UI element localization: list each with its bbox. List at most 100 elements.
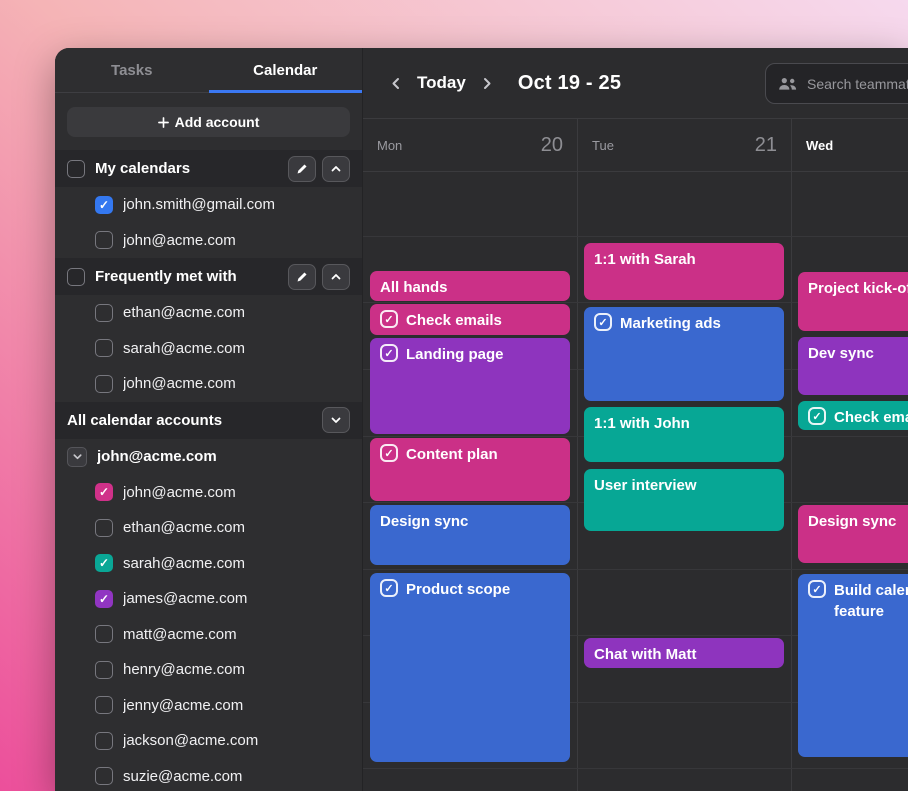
account-group-row[interactable]: john@acme.com — [55, 439, 362, 475]
search-box[interactable] — [765, 63, 908, 104]
calendar-section-header[interactable]: Frequently met with — [55, 258, 362, 295]
date-range-label: Oct 19 - 25 — [518, 72, 621, 95]
calendar-event[interactable]: ✓Check emails — [798, 401, 908, 430]
chevron-icon — [330, 163, 342, 175]
day-name: Mon — [377, 138, 402, 153]
event-label: Marketing ads — [620, 313, 721, 334]
section-label: All calendar accounts — [67, 412, 222, 429]
event-done-checkbox[interactable]: ✓ — [808, 580, 826, 598]
calendar-account-row[interactable]: john@acme.com — [55, 223, 362, 259]
event-label: Product scope — [406, 579, 510, 600]
account-label: john.smith@gmail.com — [123, 196, 275, 213]
calendar-account-row[interactable]: sarah@acme.com — [55, 331, 362, 367]
day-column-header: Mon 20 — [363, 119, 577, 171]
tab-calendar[interactable]: Calendar — [209, 48, 363, 92]
section-checkbox[interactable] — [67, 160, 85, 178]
collapse-button[interactable] — [322, 264, 350, 290]
calendar-account-row[interactable]: henry@acme.com — [55, 652, 362, 688]
event-done-checkbox[interactable]: ✓ — [594, 313, 612, 331]
day-headers: Mon 20 Tue 21 Wed — [363, 118, 908, 172]
calendar-event[interactable]: User interview — [584, 469, 784, 531]
account-checkbox[interactable]: ✓ — [95, 483, 113, 501]
calendar-account-row[interactable]: ethan@acme.com — [55, 510, 362, 546]
next-week-button[interactable] — [474, 70, 500, 96]
column-divider — [577, 172, 578, 791]
prev-week-button[interactable] — [383, 70, 409, 96]
calendar-account-row[interactable]: ✓ james@acme.com — [55, 581, 362, 617]
tab-label: Calendar — [253, 62, 317, 79]
calendar-grid: All hands ✓Check emails ✓Landing page ✓C… — [363, 172, 908, 791]
account-checkbox[interactable] — [95, 304, 113, 322]
collapse-button[interactable] — [322, 407, 350, 433]
app-window: Tasks Calendar Add account My calendars ✓… — [55, 48, 908, 791]
search-teammates-input[interactable] — [807, 76, 908, 92]
account-checkbox[interactable] — [95, 661, 113, 679]
event-label: User interview — [594, 475, 697, 496]
section-label: Frequently met with — [95, 268, 237, 285]
account-checkbox[interactable] — [95, 625, 113, 643]
account-label: john@acme.com — [123, 232, 236, 249]
teammates-icon — [778, 77, 798, 91]
disclosure-button[interactable] — [67, 447, 87, 467]
account-label: sarah@acme.com — [123, 555, 245, 572]
edit-button[interactable] — [288, 264, 316, 290]
day-date: 21 — [755, 134, 777, 157]
account-checkbox[interactable] — [95, 519, 113, 537]
day-column-header: Tue 21 — [577, 119, 791, 171]
event-label: Landing page — [406, 344, 504, 365]
calendar-event[interactable]: ✓ Product scope — [370, 573, 570, 762]
account-checkbox[interactable] — [95, 732, 113, 750]
calendar-event[interactable]: Dev sync — [798, 337, 908, 395]
calendar-event[interactable]: 1:1 with John — [584, 407, 784, 462]
edit-button[interactable] — [288, 156, 316, 182]
calendar-event[interactable]: Project kick-off — [798, 272, 908, 331]
calendar-account-row[interactable]: jenny@acme.com — [55, 688, 362, 724]
calendar-section-header[interactable]: All calendar accounts — [55, 402, 362, 439]
tab-tasks[interactable]: Tasks — [55, 48, 209, 92]
calendar-panel: Today Oct 19 - 25 Mon 20 Tue 21 Wed All … — [363, 48, 908, 791]
calendar-event[interactable]: All hands — [370, 271, 570, 301]
calendar-event[interactable]: ✓ Marketing ads — [584, 307, 784, 401]
account-checkbox[interactable]: ✓ — [95, 590, 113, 608]
calendar-event[interactable]: ✓Content plan — [370, 438, 570, 501]
calendar-account-row[interactable]: suzie@acme.com — [55, 759, 362, 791]
account-checkbox[interactable] — [95, 339, 113, 357]
collapse-button[interactable] — [322, 156, 350, 182]
section-checkbox[interactable] — [67, 268, 85, 286]
event-label: Design sync — [380, 511, 468, 532]
calendar-event[interactable]: ✓Build calendar feature — [798, 574, 908, 757]
calendar-account-row[interactable]: jackson@acme.com — [55, 723, 362, 759]
account-checkbox[interactable] — [95, 696, 113, 714]
event-done-checkbox[interactable]: ✓ — [380, 344, 398, 362]
calendar-event[interactable]: Design sync — [798, 505, 908, 563]
calendar-account-row[interactable]: ethan@acme.com — [55, 295, 362, 331]
account-checkbox[interactable]: ✓ — [95, 196, 113, 214]
account-label: john@acme.com — [123, 375, 236, 392]
today-button[interactable]: Today — [417, 73, 466, 93]
calendar-account-row[interactable]: ✓ sarah@acme.com — [55, 546, 362, 582]
event-done-checkbox[interactable]: ✓ — [380, 579, 398, 597]
event-done-checkbox[interactable]: ✓ — [380, 310, 398, 328]
add-account-button[interactable]: Add account — [67, 107, 350, 137]
calendar-event[interactable]: 1:1 with Sarah — [584, 243, 784, 300]
calendar-event[interactable]: Chat with Matt — [584, 638, 784, 668]
calendar-account-row[interactable]: john@acme.com — [55, 366, 362, 402]
calendar-account-row[interactable]: ✓ john.smith@gmail.com — [55, 187, 362, 223]
calendar-account-row[interactable]: ✓ john@acme.com — [55, 475, 362, 511]
hour-gridline — [363, 569, 908, 570]
event-done-checkbox[interactable]: ✓ — [808, 407, 826, 425]
calendar-event[interactable]: ✓Check emails — [370, 304, 570, 335]
account-checkbox[interactable] — [95, 375, 113, 393]
tab-label: Tasks — [111, 62, 152, 79]
calendar-section-header[interactable]: My calendars — [55, 150, 362, 187]
chevron-right-icon — [480, 76, 494, 91]
event-done-checkbox[interactable]: ✓ — [380, 444, 398, 462]
account-checkbox[interactable]: ✓ — [95, 554, 113, 572]
calendar-event[interactable]: Design sync — [370, 505, 570, 565]
day-column-header: Wed — [791, 119, 908, 171]
calendar-event[interactable]: ✓ Landing page — [370, 338, 570, 434]
account-checkbox[interactable] — [95, 231, 113, 249]
column-divider — [791, 172, 792, 791]
calendar-account-row[interactable]: matt@acme.com — [55, 617, 362, 653]
account-checkbox[interactable] — [95, 767, 113, 785]
